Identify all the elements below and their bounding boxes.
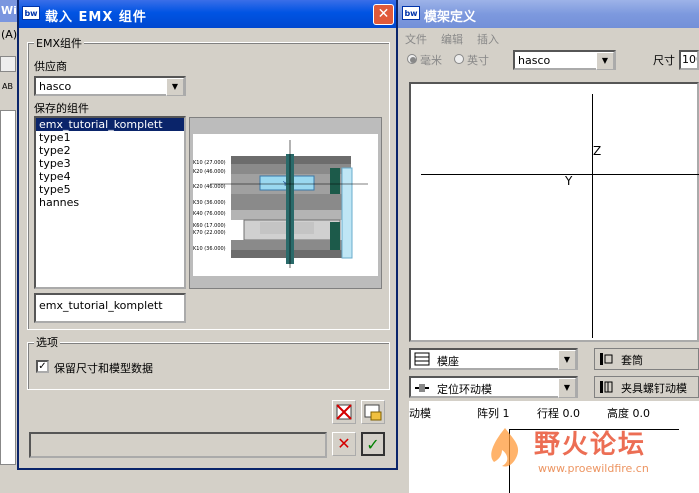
list-item[interactable]: type4 <box>36 170 184 183</box>
preview-dim-label: K10 (36.000) <box>193 246 226 252</box>
clamp-screw-icon <box>600 381 613 393</box>
options-label: 选项 <box>34 334 60 350</box>
clamp-screw-label: 夹具螺钉动模 <box>621 382 687 395</box>
delete-component-icon <box>336 404 352 420</box>
window-title: 模架定义 <box>424 10 477 25</box>
component-name-value: emx_tutorial_komplett <box>39 299 163 312</box>
bushing-icon <box>600 353 613 365</box>
list-item[interactable]: type1 <box>36 131 184 144</box>
plate-type-select[interactable]: 模座 ▼ <box>409 348 578 370</box>
status-array: 阵列 1 <box>477 407 510 420</box>
locating-ring-value: 定位环动模 <box>437 383 492 396</box>
save-component-icon <box>364 404 382 421</box>
axis-y-label: Y <box>565 174 573 188</box>
supplier-select[interactable]: hasco ▼ <box>34 76 186 96</box>
status-height: 高度 0.0 <box>607 407 650 420</box>
window-titlebar[interactable]: bw 模架定义 <box>398 0 699 28</box>
background-ab-icon[interactable]: AB <box>2 82 13 91</box>
ok-button[interactable]: ✓ <box>361 432 385 456</box>
unit-inch-label: 英寸 <box>467 54 489 67</box>
preview-dim-label: K30 (36.000) <box>193 200 226 206</box>
watermark-url: www.proewildfire.cn <box>538 462 649 475</box>
background-toolbar-icon[interactable] <box>0 56 16 72</box>
supplier-value: hasco <box>39 80 72 93</box>
saved-components-label: 保存的组件 <box>34 102 89 115</box>
close-button[interactable]: ✕ <box>373 4 394 25</box>
chevron-down-icon[interactable]: ▼ <box>166 78 184 96</box>
component-name-field[interactable]: emx_tutorial_komplett <box>34 293 186 323</box>
save-component-button[interactable] <box>361 400 385 424</box>
preview-dim-label: K20 (46.000) <box>193 184 226 190</box>
status-stroke: 行程 0.0 <box>537 407 580 420</box>
background-titlebar: Wil <box>0 0 21 22</box>
dialog-titlebar[interactable]: bw 载入 EMX 组件 ✕ <box>19 0 396 28</box>
locating-ring-select[interactable]: 定位环动模 ▼ <box>409 376 578 398</box>
vertical-axis-line <box>592 94 593 338</box>
list-item[interactable]: emx_tutorial_komplett <box>36 118 184 131</box>
supplier-select[interactable]: hasco ▼ <box>513 50 616 70</box>
unit-mm-label: 毫米 <box>420 54 442 67</box>
radio-mm[interactable] <box>407 54 417 64</box>
menu-insert[interactable]: 插入 <box>477 31 499 47</box>
watermark-text: 野火论坛 <box>534 430 647 460</box>
size-select[interactable]: 100 <box>679 50 699 70</box>
horizontal-axis-line <box>421 174 699 175</box>
mold-base-view[interactable]: Z Y <box>409 82 699 342</box>
list-item[interactable]: type5 <box>36 183 184 196</box>
list-item[interactable]: type2 <box>36 144 184 157</box>
component-list[interactable]: emx_tutorial_komplett type1 type2 type3 … <box>34 116 186 289</box>
locating-ring-icon <box>415 384 429 392</box>
plate-type-value: 模座 <box>437 355 459 368</box>
chevron-down-icon[interactable]: ▼ <box>558 350 576 370</box>
chevron-down-icon[interactable]: ▼ <box>558 378 576 398</box>
list-item[interactable]: hannes <box>36 196 184 209</box>
preview-dim-label: K60 (17.000) <box>193 223 226 229</box>
mold-assembly-drawing: Y K10 (27.000) K20 (46.000) K20 (46.000)… <box>193 134 378 276</box>
mold-base-definition-window: bw 模架定义 文件 编辑 插入 毫米 英寸 hasco ▼ 尺寸 100 Z … <box>398 0 699 493</box>
ok-icon: ✓ <box>366 435 380 454</box>
chevron-down-icon[interactable]: ▼ <box>596 52 614 70</box>
size-label: 尺寸 <box>653 54 675 67</box>
supplier-value: hasco <box>518 54 551 67</box>
component-preview: Y K10 (27.000) K20 (46.000) K20 (46.000)… <box>189 117 382 289</box>
menu-edit[interactable]: 编辑 <box>441 31 463 47</box>
preview-dim-label: K40 (76.000) <box>193 211 226 217</box>
emx-group-label: EMX组件 <box>34 35 84 51</box>
background-menu-a[interactable]: (A) <box>1 28 17 41</box>
keep-data-checkbox[interactable]: ✓ <box>36 360 49 373</box>
size-value: 100 <box>682 53 697 66</box>
list-item[interactable]: type3 <box>36 157 184 170</box>
bushing-button[interactable]: 套筒 <box>594 348 699 370</box>
load-emx-dialog: bw 载入 EMX 组件 ✕ EMX组件 供应商 hasco ▼ 保存的组件 e… <box>17 0 398 470</box>
mold-plate-icon <box>414 352 430 366</box>
flame-logo-icon <box>491 428 519 467</box>
bushing-label: 套筒 <box>621 354 643 367</box>
watermark: 野火论坛 www.proewildfire.cn <box>480 424 690 488</box>
radio-inch[interactable] <box>454 54 464 64</box>
background-panel <box>0 110 16 465</box>
cancel-button[interactable]: ✕ <box>332 432 356 456</box>
cancel-icon: ✕ <box>337 434 351 453</box>
axis-z-label: Z <box>593 144 602 158</box>
bw-app-icon: bw <box>22 6 40 20</box>
clamp-screw-button[interactable]: 夹具螺钉动模 <box>594 376 699 398</box>
delete-component-button[interactable] <box>332 400 356 424</box>
preview-dim-label: K20 (46.000) <box>193 169 226 175</box>
dialog-title: 载入 EMX 组件 <box>45 10 147 25</box>
preview-dim-label: K70 (22.000) <box>193 230 226 236</box>
preview-dim-label: K10 (27.000) <box>193 160 226 166</box>
supplier-label: 供应商 <box>34 60 67 73</box>
status-moving: 动模 <box>409 407 431 420</box>
bw-app-icon: bw <box>402 6 420 20</box>
menu-file[interactable]: 文件 <box>405 31 427 47</box>
message-bar <box>29 432 327 458</box>
keep-data-label: 保留尺寸和模型数据 <box>54 362 153 375</box>
menu-bar: 文件 编辑 插入 <box>398 28 699 48</box>
